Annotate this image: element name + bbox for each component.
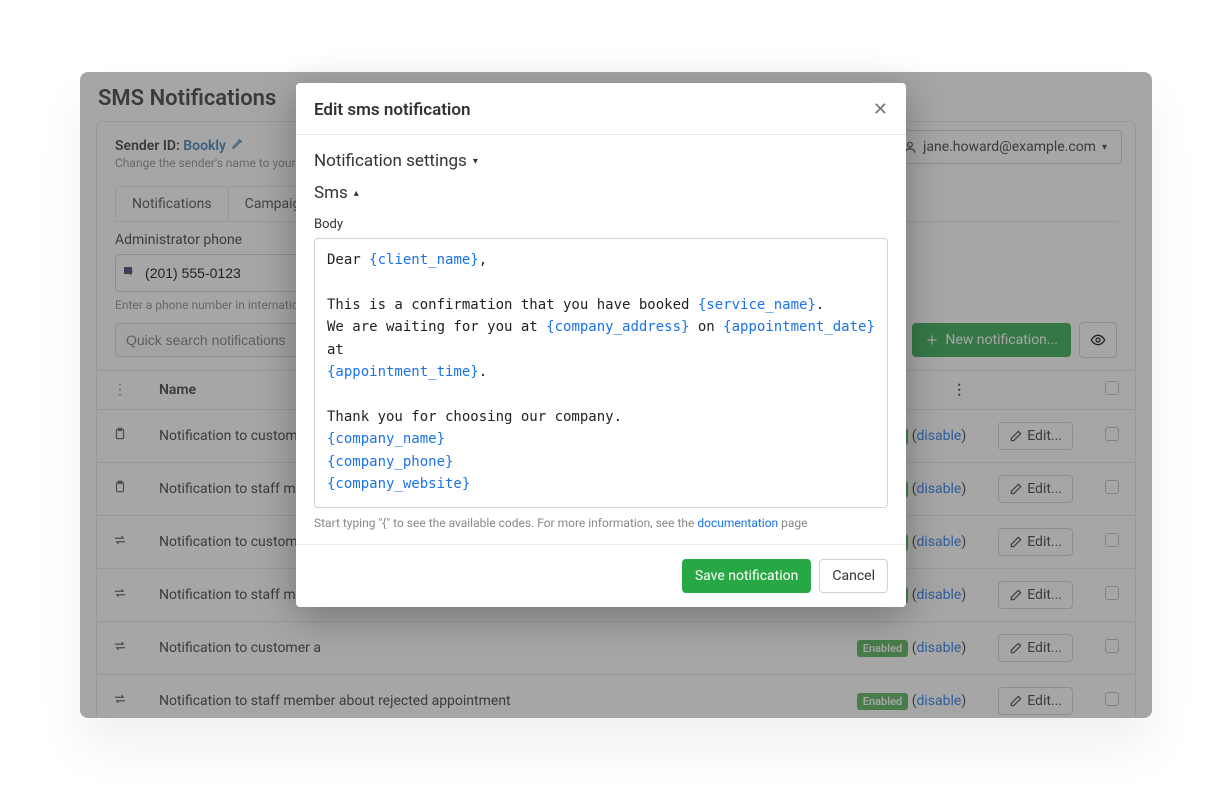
documentation-link[interactable]: documentation: [697, 516, 778, 530]
section-notification-settings[interactable]: Notification settings ▾: [314, 145, 888, 177]
chevron-down-icon: ▾: [473, 156, 478, 167]
cancel-button[interactable]: Cancel: [819, 559, 888, 593]
modal-header: Edit sms notification ✕: [296, 83, 906, 135]
close-icon[interactable]: ✕: [873, 99, 888, 120]
save-button[interactable]: Save notification: [682, 559, 812, 593]
section-sms[interactable]: Sms ▴: [314, 177, 888, 209]
modal-title: Edit sms notification: [314, 100, 873, 120]
modal-footer: Save notification Cancel: [296, 544, 906, 607]
body-hint: Start typing "{" to see the available co…: [314, 516, 888, 530]
body-label: Body: [314, 217, 888, 232]
edit-notification-modal: Edit sms notification ✕ Notification set…: [296, 83, 906, 607]
chevron-up-icon: ▴: [354, 188, 359, 199]
body-editor[interactable]: Dear {client_name}, This is a confirmati…: [314, 238, 888, 508]
